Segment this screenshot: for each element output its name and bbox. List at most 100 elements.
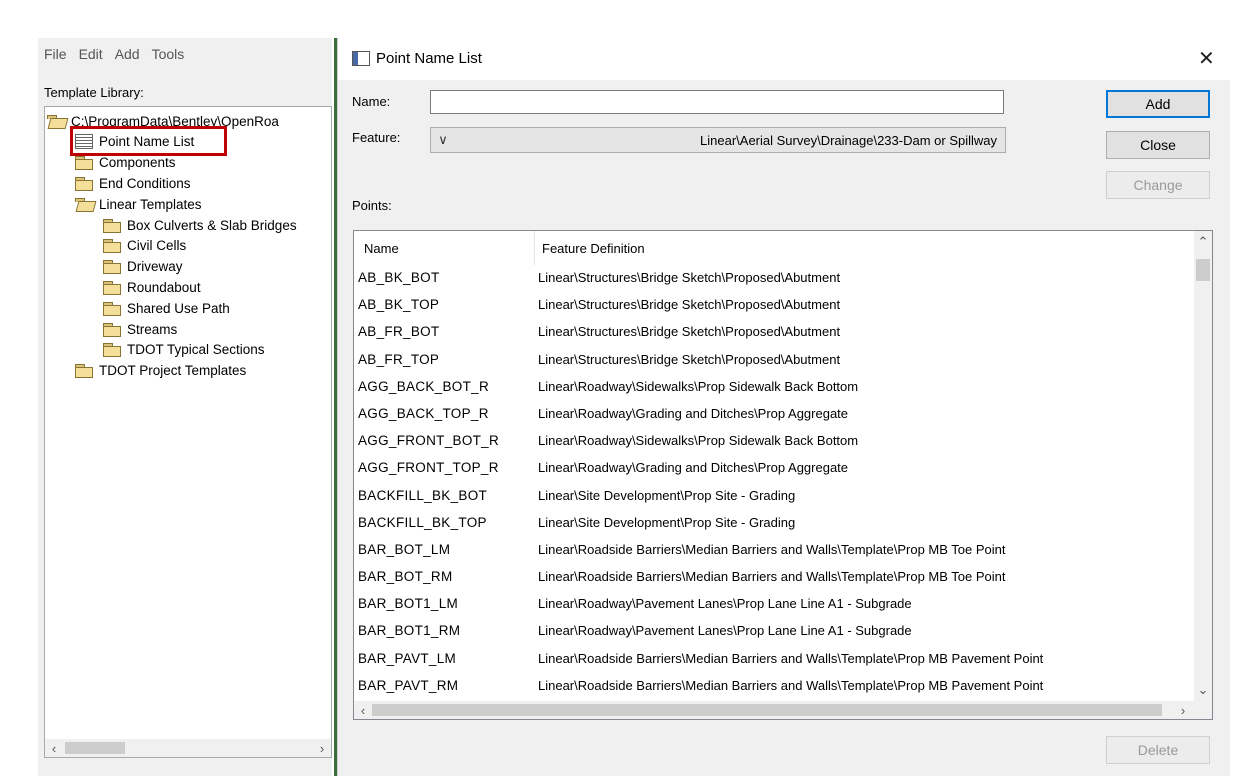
scroll-left-icon[interactable]: ‹ [354, 701, 372, 719]
scroll-up-icon[interactable]: ⌃ [1194, 233, 1212, 251]
feature-definition-cell: Linear\Roadway\Pavement Lanes\Prop Lane … [538, 623, 912, 639]
table-row[interactable]: BACKFILL_BK_BOT Linear\Site Development\P… [354, 483, 1194, 510]
add-button[interactable]: Add [1106, 90, 1210, 118]
folder-open-icon [47, 114, 65, 128]
point-name-cell: AGG_BACK_TOP_R [358, 405, 489, 421]
table-row[interactable]: BACKFILL_BK_TOP Linear\Site Development\P… [354, 510, 1194, 537]
points-list[interactable]: Name Feature Definition AB_BK_BOT Linear\… [353, 230, 1213, 720]
tree-horizontal-scrollbar[interactable]: ‹ › [44, 739, 332, 758]
table-row[interactable]: AGG_FRONT_BOT_R Linear\Roadway\Sidewalks\… [354, 428, 1194, 455]
close-window-icon[interactable]: ✕ [1198, 46, 1215, 71]
table-row[interactable]: BAR_BOT_LM Linear\Roadside Barriers\Media… [354, 537, 1194, 564]
folder-open-icon [75, 197, 93, 211]
points-label: Points: [352, 198, 392, 213]
name-label: Name: [352, 94, 391, 109]
table-row[interactable]: AB_FR_TOP Linear\Structures\Bridge Sketch… [354, 347, 1194, 374]
point-name-list-dialog: Point Name List ✕ Name: Feature: ∨ Linea… [337, 38, 1230, 776]
table-row[interactable]: BAR_BOT_RM Linear\Roadside Barriers\Media… [354, 564, 1194, 591]
column-name[interactable]: Name [364, 241, 399, 256]
table-row[interactable]: BAR_PAVT_RM Linear\Roadside Barriers\Medi… [354, 673, 1194, 700]
folder-icon [103, 280, 121, 295]
feature-definition-cell: Linear\Structures\Bridge Sketch\Proposed… [538, 297, 841, 313]
point-name-cell: BAR_BOT_LM [358, 541, 451, 557]
tree-node[interactable]: Shared Use Path [103, 298, 230, 318]
table-row[interactable]: BAR_BOT1_RM Linear\Roadway\Pavement Lanes… [354, 618, 1194, 645]
tree-node-label: Streams [127, 321, 178, 337]
folder-icon [75, 176, 93, 191]
menu-tools[interactable]: Tools [152, 46, 185, 68]
tree-node-label: Shared Use Path [127, 300, 230, 316]
point-name-cell: BAR_BOT1_RM [358, 623, 461, 639]
table-row[interactable]: AB_FR_BOT Linear\Structures\Bridge Sketch… [354, 319, 1194, 346]
point-name-cell: BACKFILL_BK_TOP [358, 514, 487, 530]
point-name-cell: AGG_BACK_BOT_R [358, 378, 489, 394]
tree-node[interactable]: Linear Templates [75, 194, 202, 214]
table-row[interactable]: AB_BK_TOP Linear\Structures\Bridge Sketch… [354, 292, 1194, 319]
table-row[interactable]: BAR_PAVT_LM Linear\Roadside Barriers\Medi… [354, 646, 1194, 673]
tree-node[interactable]: TDOT Project Templates [75, 361, 246, 381]
feature-definition-cell: Linear\Roadway\Sidewalks\Prop Sidewalk B… [538, 378, 859, 394]
menu-add[interactable]: Add [115, 46, 140, 68]
feature-dropdown[interactable]: ∨ Linear\Aerial Survey\Drainage\233-Dam … [430, 127, 1006, 153]
folder-icon [103, 239, 121, 254]
name-input[interactable] [430, 90, 1004, 114]
tree-node[interactable]: TDOT Typical Sections [103, 340, 265, 360]
delete-button[interactable]: Delete [1106, 736, 1210, 764]
scroll-down-icon[interactable]: ⌄ [1194, 681, 1212, 699]
feature-definition-cell: Linear\Structures\Bridge Sketch\Proposed… [538, 351, 841, 367]
menu-edit[interactable]: Edit [79, 46, 103, 68]
column-separator[interactable] [534, 231, 535, 265]
vertical-scrollbar[interactable]: ⌃ ⌄ [1194, 231, 1212, 701]
point-name-cell: AB_FR_TOP [358, 351, 440, 367]
menu-file[interactable]: File [44, 46, 67, 68]
column-header: Name Feature Definition [354, 231, 1194, 265]
tree-node-label: Components [99, 155, 176, 171]
table-row[interactable]: AGG_BACK_TOP_R Linear\Roadway\Grading and… [354, 401, 1194, 428]
horizontal-scroll-thumb[interactable] [372, 704, 1162, 716]
highlight-box [70, 126, 227, 156]
feature-definition-cell: Linear\Structures\Bridge Sketch\Proposed… [538, 324, 841, 340]
table-row[interactable]: AGG_BACK_BOT_R Linear\Roadway\Sidewalks\P… [354, 374, 1194, 401]
feature-definition-cell: Linear\Roadway\Grading and Ditches\Prop … [538, 405, 849, 421]
close-button[interactable]: Close [1106, 131, 1210, 159]
feature-definition-cell: Linear\Roadway\Grading and Ditches\Prop … [538, 460, 849, 476]
tree-node-label: Civil Cells [127, 238, 187, 254]
tree-node-label: End Conditions [99, 175, 191, 191]
horizontal-scrollbar[interactable]: ‹ › [354, 701, 1212, 719]
tree-node[interactable]: End Conditions [75, 173, 191, 193]
folder-icon [103, 218, 121, 233]
scroll-left-icon[interactable]: ‹ [45, 739, 63, 757]
vertical-scroll-thumb[interactable] [1196, 259, 1210, 281]
column-feature-definition[interactable]: Feature Definition [542, 241, 645, 256]
folder-icon [103, 343, 121, 358]
dialog-titlebar: Point Name List ✕ [338, 38, 1230, 80]
change-button[interactable]: Change [1106, 171, 1210, 199]
table-row[interactable]: BAR_BOT1_LM Linear\Roadway\Pavement Lanes… [354, 591, 1194, 618]
point-name-cell: AB_BK_BOT [358, 270, 440, 285]
tree-node-label: TDOT Typical Sections [127, 342, 265, 358]
template-library-panel: File Edit Add Tools Template Library: C:… [38, 38, 332, 776]
template-tree[interactable]: C:\ProgramData\Bentley\OpenRoa Point Name… [44, 106, 332, 740]
folder-icon [103, 260, 121, 275]
tree-node[interactable]: Streams [103, 319, 177, 339]
scroll-thumb[interactable] [65, 742, 125, 754]
tree-node-label: Box Culverts & Slab Bridges [127, 217, 297, 233]
tree-node-label: Roundabout [127, 279, 201, 295]
table-row[interactable]: AB_BK_BOT Linear\Structures\Bridge Sketch… [354, 265, 1194, 292]
window-icon [352, 51, 370, 66]
feature-definition-cell: Linear\Roadway\Pavement Lanes\Prop Lane … [538, 596, 912, 612]
feature-definition-cell: Linear\Site Development\Prop Site - Grad… [538, 514, 796, 530]
point-name-cell: BAR_BOT_RM [358, 569, 453, 585]
tree-node[interactable]: Civil Cells [103, 236, 186, 256]
tree-node[interactable]: Box Culverts & Slab Bridges [103, 215, 297, 235]
scroll-right-icon[interactable]: › [1174, 701, 1192, 719]
point-name-cell: BACKFILL_BK_BOT [358, 487, 488, 503]
point-name-cell: AB_BK_TOP [358, 297, 440, 313]
point-name-cell: BAR_BOT1_LM [358, 596, 459, 612]
feature-definition-cell: Linear\Roadside Barriers\Median Barriers… [538, 677, 1044, 693]
table-row[interactable]: AGG_FRONT_TOP_R Linear\Roadway\Grading an… [354, 455, 1194, 482]
scroll-right-icon[interactable]: › [313, 739, 331, 757]
feature-definition-cell: Linear\Roadway\Sidewalks\Prop Sidewalk B… [538, 433, 859, 449]
tree-node[interactable]: Roundabout [103, 277, 201, 297]
tree-node[interactable]: Driveway [103, 257, 183, 277]
